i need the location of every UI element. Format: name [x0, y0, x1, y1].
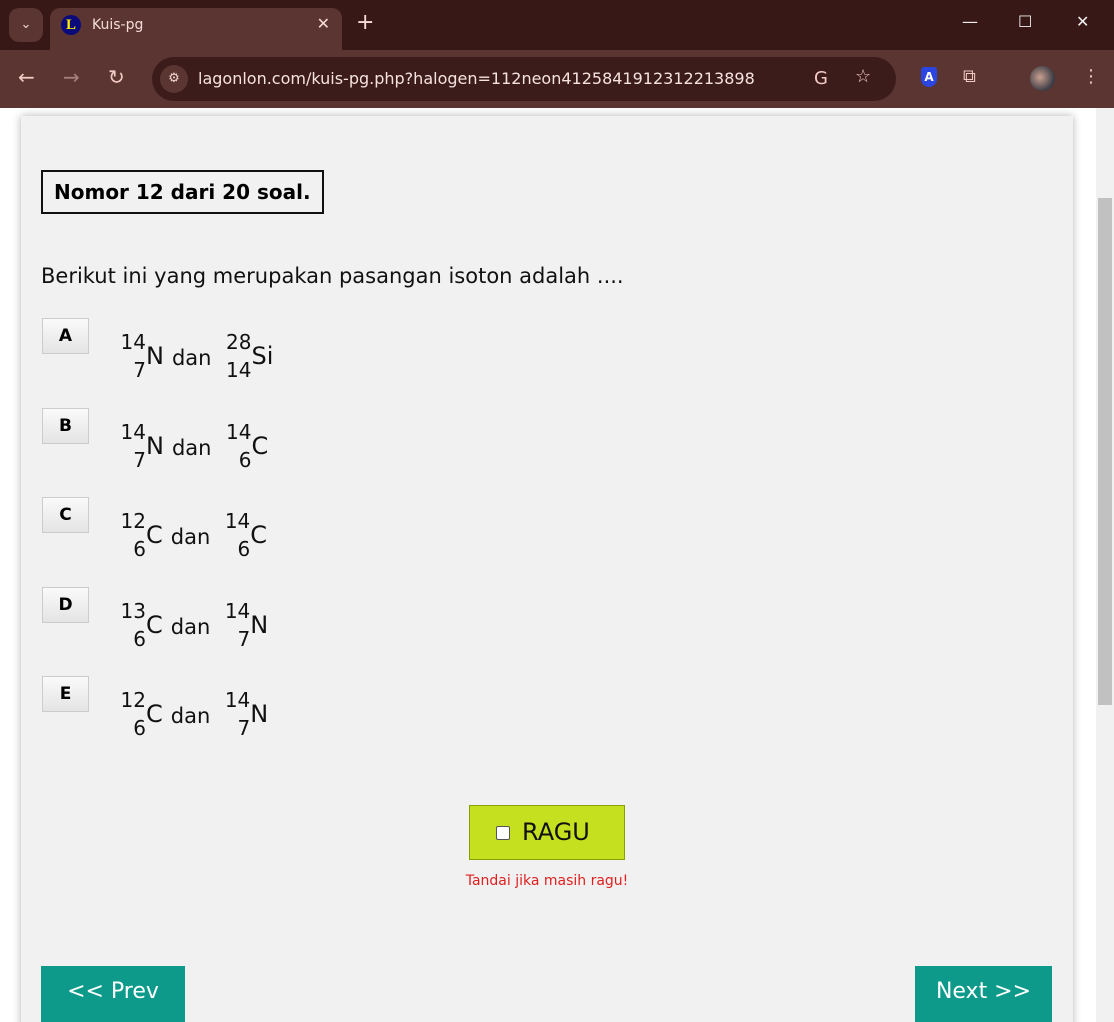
browser-tab[interactable]: L Kuis-pg ✕	[50, 8, 342, 50]
site-settings-icon[interactable]: ⚙	[160, 65, 188, 93]
atomic-number: 6	[133, 716, 146, 740]
next-button[interactable]: Next >>	[915, 966, 1052, 1022]
option-formula: 12 6 Cdan 14 6 C	[116, 507, 268, 563]
mass-number: 12	[120, 509, 146, 533]
ragu-label[interactable]: RAGU	[522, 806, 590, 859]
option-button[interactable]: C	[42, 497, 89, 533]
atomic-number: 6	[133, 537, 146, 561]
connector-text: dan	[170, 704, 211, 728]
forward-icon[interactable]: →	[63, 65, 80, 89]
prev-button[interactable]: << Prev	[41, 966, 185, 1022]
menu-icon[interactable]: ⋮	[1082, 66, 1100, 87]
close-tab-icon[interactable]: ✕	[317, 14, 330, 33]
nuclide: 12 6 C	[116, 507, 163, 563]
nuclide: 12 6 C	[116, 686, 163, 742]
reload-icon[interactable]: ↻	[108, 65, 125, 89]
mass-number: 12	[120, 688, 146, 712]
nuclide: 14 7 N	[220, 686, 268, 742]
element-symbol: C	[146, 610, 163, 639]
mass-number: 14	[120, 419, 146, 444]
nuclide: 14 6 C	[221, 418, 268, 474]
nuclide: 13 6 C	[116, 597, 163, 653]
scrollbar[interactable]	[1096, 108, 1114, 1022]
atomic-number: 7	[237, 626, 251, 651]
atomic-number: 6	[237, 537, 251, 561]
tab-search-button[interactable]: ⌄	[9, 8, 43, 42]
bitwarden-extension-icon[interactable]: A	[921, 67, 937, 87]
option-button[interactable]: D	[42, 586, 89, 623]
ragu-checkbox[interactable]	[496, 826, 510, 840]
mass-number: 14	[226, 419, 252, 444]
atomic-number: 14	[226, 358, 252, 382]
mass-number: 14	[224, 688, 251, 712]
atomic-number: 6	[238, 447, 252, 472]
atomic-number: 7	[237, 716, 251, 740]
ragu-toggle[interactable]: RAGU	[469, 805, 625, 860]
mass-number: 14	[224, 598, 251, 623]
extensions-icon[interactable]: ⧉	[963, 66, 976, 87]
atomic-number: 6	[133, 626, 146, 651]
close-window-icon[interactable]: ✕	[1076, 12, 1089, 31]
mass-number: 14	[120, 330, 146, 354]
address-bar[interactable]: ⚙ lagonlon.com/kuis-pg.php?halogen=112ne…	[152, 57, 896, 101]
mass-number: 13	[120, 598, 146, 623]
element-symbol: Si	[251, 342, 274, 370]
url-text[interactable]: lagonlon.com/kuis-pg.php?halogen=112neon…	[198, 69, 755, 88]
element-symbol: N	[146, 431, 164, 460]
nuclide: 14 7 N	[116, 418, 164, 474]
question-text: Berikut ini yang merupakan pasangan isot…	[41, 264, 624, 288]
profile-avatar[interactable]	[1030, 66, 1055, 91]
browser-toolbar: ← → ↻ ⚙ lagonlon.com/kuis-pg.php?halogen…	[0, 50, 1114, 108]
connector-text: dan	[170, 614, 211, 639]
element-symbol: N	[146, 342, 164, 370]
option-button[interactable]: B	[42, 407, 89, 444]
element-symbol: C	[146, 521, 163, 549]
translate-icon[interactable]: G	[814, 68, 828, 89]
element-symbol: C	[146, 700, 163, 728]
connector-text: dan	[171, 435, 212, 460]
minimize-icon[interactable]: —	[962, 12, 978, 31]
nuclide: 14 6 C	[220, 507, 267, 563]
nuclide: 14 7 N	[116, 328, 164, 384]
tab-bar: ⌄ L Kuis-pg ✕ + — ☐ ✕	[0, 0, 1114, 50]
ragu-hint: Tandai jika masih ragu!	[465, 873, 629, 889]
tab-title: Kuis-pg	[92, 17, 144, 33]
element-symbol: C	[251, 431, 269, 460]
element-symbol: N	[250, 700, 269, 728]
option-button[interactable]: A	[42, 318, 89, 354]
bookmark-star-icon[interactable]: ☆	[855, 66, 871, 87]
mass-number: 28	[226, 330, 252, 354]
scrollbar-thumb[interactable]	[1098, 198, 1112, 705]
maximize-icon[interactable]: ☐	[1018, 12, 1032, 31]
connector-text: dan	[171, 346, 212, 370]
nuclide: 28 14 Si	[221, 328, 273, 384]
element-symbol: N	[250, 610, 269, 639]
site-favicon-icon: L	[61, 15, 81, 35]
option-button[interactable]: E	[42, 676, 89, 712]
nuclide: 14 7 N	[220, 597, 268, 653]
page-content: Nomor 12 dari 20 soal. Berikut ini yang …	[0, 108, 1114, 1022]
new-tab-icon[interactable]: +	[356, 10, 374, 35]
option-formula: 14 7 Ndan 28 14 Si	[116, 328, 274, 384]
back-icon[interactable]: ←	[18, 65, 35, 89]
option-formula: 12 6 Cdan 14 7 N	[116, 686, 269, 742]
option-formula: 14 7 Ndan 14 6 C	[116, 418, 269, 474]
atomic-number: 7	[133, 358, 146, 382]
mass-number: 14	[224, 509, 251, 533]
connector-text: dan	[170, 525, 211, 549]
quiz-card: Nomor 12 dari 20 soal. Berikut ini yang …	[21, 116, 1073, 1022]
option-formula: 13 6 Cdan 14 7 N	[116, 597, 269, 653]
question-counter: Nomor 12 dari 20 soal.	[41, 170, 324, 214]
atomic-number: 7	[133, 447, 146, 472]
element-symbol: C	[250, 521, 268, 549]
